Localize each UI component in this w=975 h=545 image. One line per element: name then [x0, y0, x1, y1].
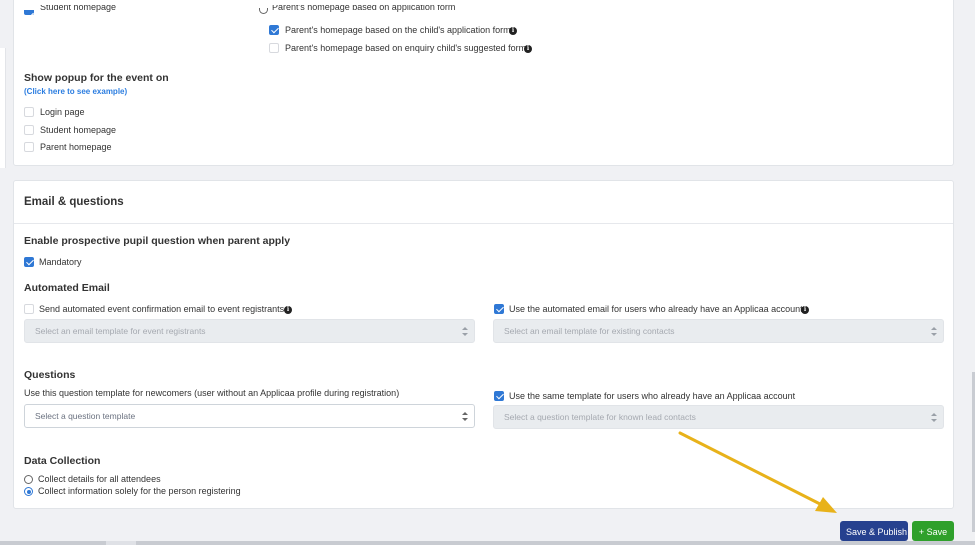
annotation-arrow-icon [678, 431, 837, 513]
scrollbar-thumb[interactable] [136, 541, 975, 545]
save-publish-button[interactable]: Save & Publish [840, 521, 908, 541]
scrollbar-thumb[interactable] [0, 541, 106, 545]
horizontal-scrollbar[interactable] [0, 541, 975, 545]
save-button[interactable]: + Save [912, 521, 954, 541]
